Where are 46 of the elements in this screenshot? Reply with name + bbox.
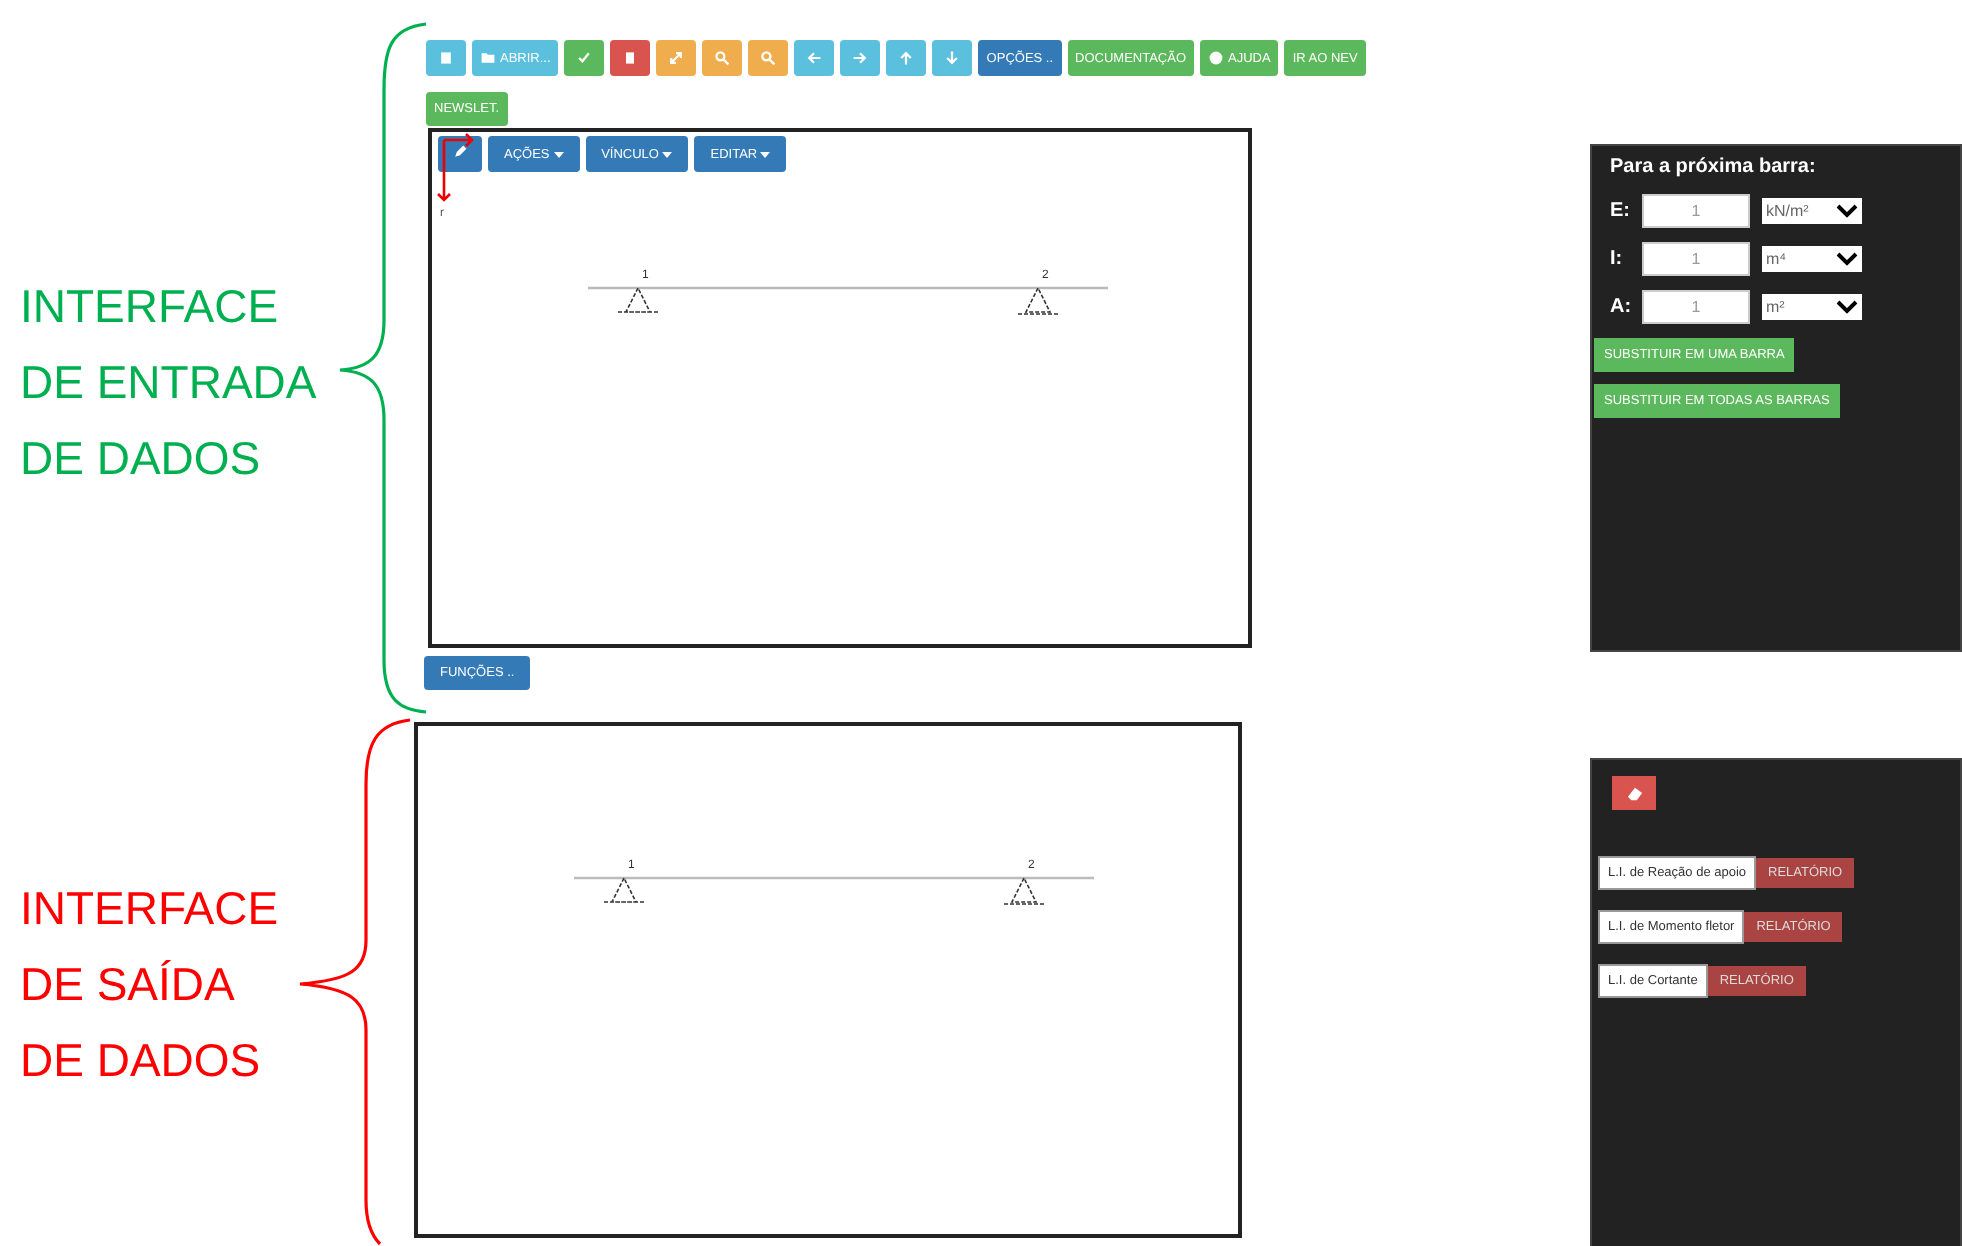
trash-button[interactable] [610,40,651,76]
chevron-down-icon [1836,204,1858,218]
caret-icon [553,151,564,157]
zoomin-icon [714,50,731,66]
save-button[interactable] [426,40,466,76]
left-button[interactable] [794,40,835,76]
caret-icon [760,151,771,157]
expand-button[interactable] [656,40,697,76]
zoomout-icon [760,50,777,66]
folder-icon [480,50,496,66]
check-icon [576,50,593,66]
down-icon [944,50,961,66]
zoomin-button[interactable] [702,40,743,76]
left-icon [806,50,823,66]
right-icon [852,50,869,66]
input-field[interactable]: 1 [1642,242,1750,276]
input-field[interactable]: 1 [1642,290,1750,324]
unit-dropdown[interactable]: m² [1762,294,1862,320]
save-icon [438,50,454,66]
eraser-button[interactable] [1612,776,1656,810]
chevron-down-icon [1836,252,1858,266]
annotation-label: INTERFACE [20,278,281,336]
input-field[interactable]: 1 [1642,194,1750,228]
annotation-label: DE DADOS [20,430,263,488]
up-button[interactable] [886,40,927,76]
check-button[interactable] [564,40,605,76]
right-button[interactable] [840,40,881,76]
caret-icon [662,151,673,157]
field-label: E: [1610,200,1630,222]
annotation-label: INTERFACE [20,880,279,938]
edit-button[interactable] [438,136,482,172]
expand-icon [668,50,685,66]
chevron-down-icon [1836,300,1858,314]
field-label: I: [1610,248,1625,270]
unit-dropdown[interactable]: m⁴ [1762,246,1862,272]
field-label: A: [1610,296,1630,318]
up-icon [898,50,915,66]
annotation-label: DE SAÍDA [20,956,237,1014]
annotation-label: DE ENTRADA [20,354,317,412]
down-button[interactable] [932,40,973,76]
pencil-icon [452,144,468,160]
unit-dropdown[interactable]: kN/m² [1762,198,1862,224]
eraser-icon [1625,785,1643,801]
panel-title: Para a próxima barra: [1610,156,1816,178]
annotation-label: DE DADOS [20,1032,263,1090]
zoomout-button[interactable] [748,40,789,76]
